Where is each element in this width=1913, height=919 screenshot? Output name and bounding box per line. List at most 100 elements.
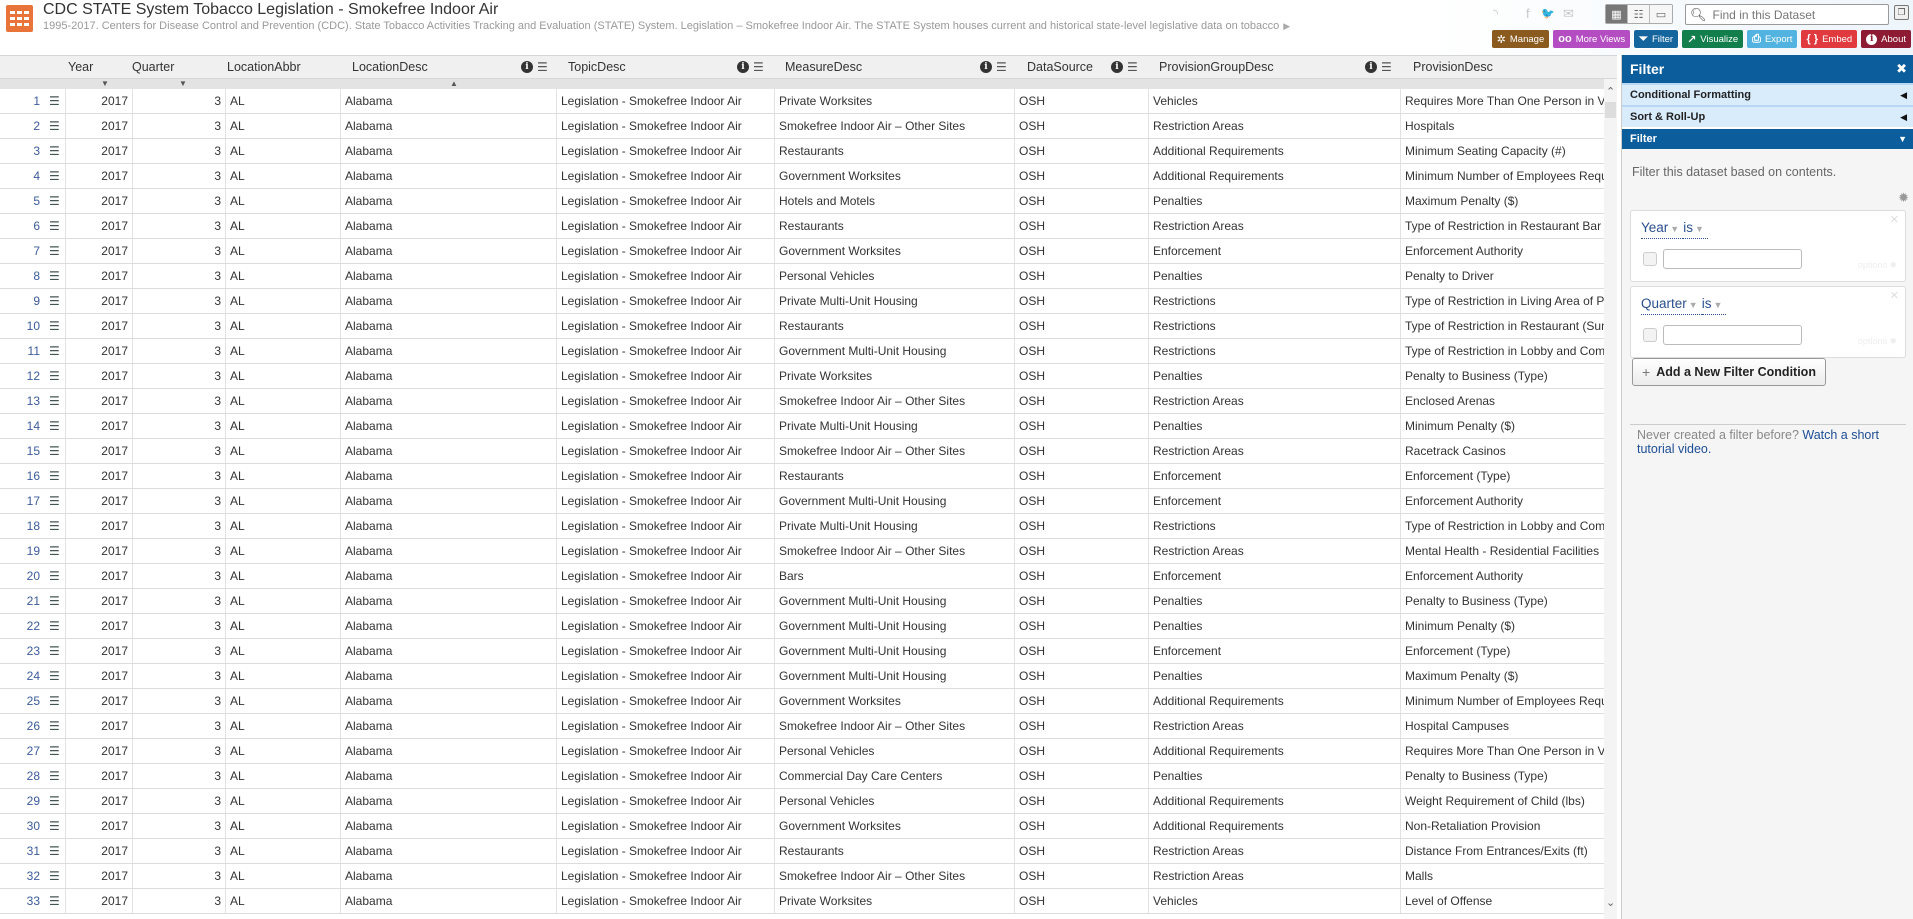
row-menu-icon[interactable]: ☰: [49, 870, 60, 882]
popout-icon[interactable]: ❐: [1894, 5, 1909, 20]
row-number[interactable]: 11: [0, 339, 40, 363]
row-menu-icon[interactable]: ☰: [49, 895, 60, 907]
list-view-icon[interactable]: ☷: [1628, 5, 1650, 23]
row-number[interactable]: 7: [0, 239, 40, 263]
row-number[interactable]: 9: [0, 289, 40, 313]
row-menu-icon[interactable]: ☰: [49, 370, 60, 382]
row-menu-icon[interactable]: ☰: [49, 170, 60, 182]
manage-button[interactable]: ✲ Manage: [1491, 30, 1550, 48]
grid-view-icon[interactable]: ▦: [1606, 5, 1628, 23]
table-row[interactable]: 10 2017 3 AL Alabama Legislation - Smokefree …: [0, 314, 1605, 339]
rss-icon[interactable]: ◝: [1493, 6, 1498, 22]
row-number[interactable]: 10: [0, 314, 40, 338]
scrollbar-thumb[interactable]: [1605, 102, 1616, 118]
row-number[interactable]: 1: [0, 89, 40, 113]
table-row[interactable]: 2 2017 3 AL Alabama Legislation - Smokefree I…: [0, 114, 1605, 139]
row-menu-icon[interactable]: ☰: [49, 670, 60, 682]
expand-description-icon[interactable]: ▶: [1283, 21, 1290, 31]
row-menu-icon[interactable]: ☰: [49, 245, 60, 257]
facebook-icon[interactable]: f: [1526, 6, 1530, 21]
column-menu-icon[interactable]: ☰: [996, 61, 1007, 73]
row-number[interactable]: 28: [0, 764, 40, 788]
row-number[interactable]: 19: [0, 539, 40, 563]
row-menu-icon[interactable]: ☰: [49, 445, 60, 457]
column-header-locationabbr[interactable]: LocationAbbr: [227, 56, 301, 80]
row-menu-icon[interactable]: ☰: [49, 620, 60, 632]
table-row[interactable]: 33 2017 3 AL Alabama Legislation - Smokefree …: [0, 889, 1605, 914]
remove-condition-icon[interactable]: ✕: [1890, 289, 1899, 302]
column-header-year[interactable]: Year: [68, 56, 93, 80]
condition-operator-dropdown[interactable]: is ▼: [1701, 296, 1727, 315]
column-menu-icon[interactable]: ☰: [537, 61, 548, 73]
condition-options[interactable]: options ✹: [1858, 260, 1897, 271]
column-info-icon[interactable]: i: [737, 61, 749, 73]
row-number[interactable]: 12: [0, 364, 40, 388]
row-menu-icon[interactable]: ☰: [49, 695, 60, 707]
section-conditional-formatting[interactable]: Conditional Formatting ◀: [1622, 83, 1913, 105]
row-number[interactable]: 27: [0, 739, 40, 763]
row-menu-icon[interactable]: ☰: [49, 145, 60, 157]
row-number[interactable]: 15: [0, 439, 40, 463]
condition-checkbox[interactable]: [1643, 252, 1657, 266]
row-number[interactable]: 22: [0, 614, 40, 638]
table-row[interactable]: 21 2017 3 AL Alabama Legislation - Smokefree …: [0, 589, 1605, 614]
gear-icon[interactable]: ✹: [1898, 190, 1909, 206]
table-row[interactable]: 29 2017 3 AL Alabama Legislation - Smokefree …: [0, 789, 1605, 814]
table-row[interactable]: 23 2017 3 AL Alabama Legislation - Smokefree …: [0, 639, 1605, 664]
row-number[interactable]: 17: [0, 489, 40, 513]
row-number[interactable]: 29: [0, 789, 40, 813]
row-number[interactable]: 8: [0, 264, 40, 288]
row-number[interactable]: 13: [0, 389, 40, 413]
table-row[interactable]: 24 2017 3 AL Alabama Legislation - Smokefree …: [0, 664, 1605, 689]
table-row[interactable]: 11 2017 3 AL Alabama Legislation - Smokefree …: [0, 339, 1605, 364]
row-menu-icon[interactable]: ☰: [49, 470, 60, 482]
scroll-down-icon[interactable]: ⌄: [1606, 896, 1615, 909]
table-row[interactable]: 31 2017 3 AL Alabama Legislation - Smokefree …: [0, 839, 1605, 864]
row-number[interactable]: 24: [0, 664, 40, 688]
embed-button[interactable]: { } Embed: [1801, 30, 1858, 48]
table-row[interactable]: 9 2017 3 AL Alabama Legislation - Smokefree I…: [0, 289, 1605, 314]
row-menu-icon[interactable]: ☰: [49, 795, 60, 807]
table-row[interactable]: 8 2017 3 AL Alabama Legislation - Smokefree I…: [0, 264, 1605, 289]
row-number[interactable]: 25: [0, 689, 40, 713]
column-header-provisiondesc[interactable]: ProvisionDesc: [1413, 56, 1493, 80]
visualize-button[interactable]: ↗ Visualize: [1682, 30, 1744, 48]
row-menu-icon[interactable]: ☰: [49, 770, 60, 782]
table-row[interactable]: 25 2017 3 AL Alabama Legislation - Smokefree …: [0, 689, 1605, 714]
row-number[interactable]: 18: [0, 514, 40, 538]
add-filter-condition-button[interactable]: + Add a New Filter Condition: [1632, 358, 1826, 386]
column-info-icon[interactable]: i: [1111, 61, 1123, 73]
column-header-topicdesc[interactable]: TopicDesc: [568, 56, 626, 80]
email-icon[interactable]: ✉: [1563, 6, 1574, 22]
row-menu-icon[interactable]: ☰: [49, 395, 60, 407]
row-number[interactable]: 30: [0, 814, 40, 838]
table-row[interactable]: 6 2017 3 AL Alabama Legislation - Smokefree I…: [0, 214, 1605, 239]
row-menu-icon[interactable]: ☰: [49, 570, 60, 582]
row-menu-icon[interactable]: ☰: [49, 95, 60, 107]
table-row[interactable]: 12 2017 3 AL Alabama Legislation - Smokefree …: [0, 364, 1605, 389]
row-number[interactable]: 6: [0, 214, 40, 238]
row-number[interactable]: 2: [0, 114, 40, 138]
export-button[interactable]: ⎙ Export: [1747, 30, 1798, 48]
table-row[interactable]: 32 2017 3 AL Alabama Legislation - Smokefree …: [0, 864, 1605, 889]
row-menu-icon[interactable]: ☰: [49, 595, 60, 607]
row-menu-icon[interactable]: ☰: [49, 545, 60, 557]
sort-desc-icon[interactable]: ▼: [179, 79, 187, 89]
row-number[interactable]: 33: [0, 889, 40, 913]
row-number[interactable]: 23: [0, 639, 40, 663]
column-info-icon[interactable]: i: [521, 61, 533, 73]
condition-options[interactable]: options ✹: [1858, 336, 1897, 347]
table-row[interactable]: 27 2017 3 AL Alabama Legislation - Smokefree …: [0, 739, 1605, 764]
condition-field-dropdown[interactable]: Year ▼: [1641, 220, 1684, 239]
row-menu-icon[interactable]: ☰: [49, 220, 60, 232]
remove-condition-icon[interactable]: ✕: [1890, 213, 1899, 226]
row-number[interactable]: 26: [0, 714, 40, 738]
table-row[interactable]: 3 2017 3 AL Alabama Legislation - Smokefree I…: [0, 139, 1605, 164]
table-row[interactable]: 14 2017 3 AL Alabama Legislation - Smokefree …: [0, 414, 1605, 439]
column-info-icon[interactable]: i: [980, 61, 992, 73]
column-header-measuredesc[interactable]: MeasureDesc: [785, 56, 862, 80]
about-button[interactable]: i About: [1861, 30, 1911, 48]
table-row[interactable]: 5 2017 3 AL Alabama Legislation - Smokefree I…: [0, 189, 1605, 214]
twitter-icon[interactable]: 🐦: [1541, 7, 1555, 20]
condition-operator-dropdown[interactable]: is ▼: [1683, 220, 1708, 239]
